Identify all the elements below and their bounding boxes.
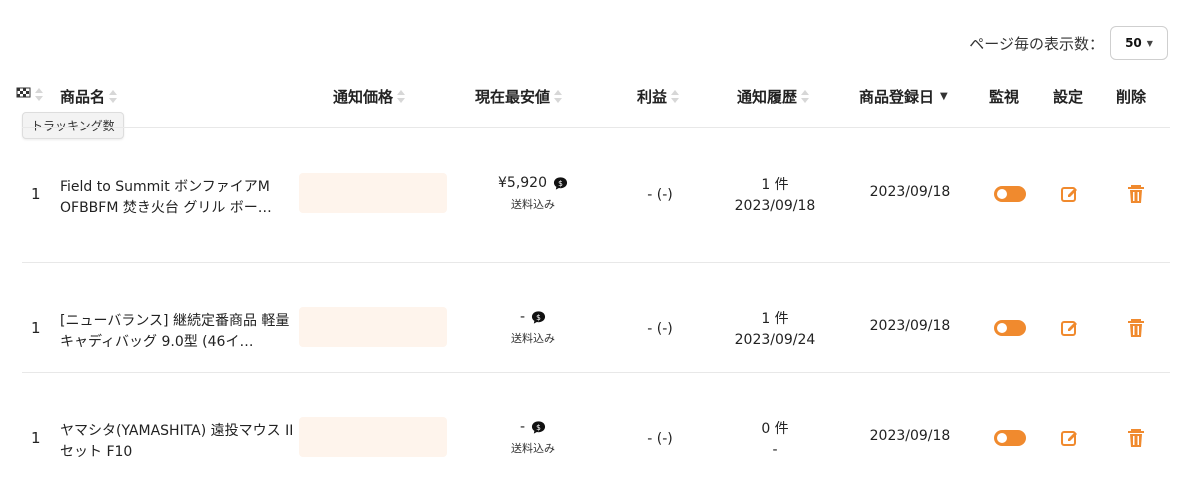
column-header-notify-price[interactable]: 通知価格 bbox=[333, 86, 406, 107]
notify-history-cell: 1 件 2023/09/18 bbox=[710, 175, 840, 217]
table-row: 1 ヤマシタ(YAMASHITA) 遠投マウス IIセット F10 - $ 送料… bbox=[0, 372, 1170, 480]
history-count: 0 件 bbox=[761, 421, 789, 437]
trash-icon[interactable] bbox=[1126, 183, 1146, 205]
column-header-monitor: 監視 bbox=[989, 86, 1019, 107]
shipping-label: 送料込み bbox=[511, 198, 555, 211]
column-label-settings: 設定 bbox=[1053, 88, 1084, 106]
trash-icon[interactable] bbox=[1126, 317, 1146, 339]
lowest-price-cell: - $ 送料込み bbox=[478, 309, 588, 346]
svg-text:$: $ bbox=[536, 312, 541, 321]
lowest-price-value: - bbox=[519, 419, 526, 435]
sort-icon[interactable] bbox=[35, 88, 43, 102]
shipping-label: 送料込み bbox=[511, 332, 555, 345]
register-date: 2023/09/18 bbox=[869, 428, 951, 444]
history-date: 2023/09/18 bbox=[734, 198, 816, 214]
tracking-count: 1 bbox=[31, 429, 41, 447]
table-row: 1 [ニューバランス] 継続定番商品 軽量 キャディバッグ 9.0型 (46イ…… bbox=[0, 262, 1170, 370]
register-date: 2023/09/18 bbox=[869, 318, 951, 334]
per-page-label: ページ毎の表示数： bbox=[969, 34, 1104, 53]
edit-icon[interactable] bbox=[1059, 183, 1081, 205]
table-header: 商品名 通知価格 現在最安値 利益 通知履歴 商品登録日 ▼ 監視 設定 削除 bbox=[0, 82, 1170, 112]
history-date: 2023/09/24 bbox=[734, 332, 816, 348]
monitor-toggle[interactable] bbox=[994, 320, 1026, 336]
column-header-register-date[interactable]: 商品登録日 ▼ bbox=[859, 86, 948, 107]
lowest-price-value: - bbox=[519, 309, 526, 325]
column-header-notify-history[interactable]: 通知履歴 bbox=[737, 86, 810, 107]
monitor-toggle[interactable] bbox=[994, 186, 1026, 202]
sort-icon[interactable] bbox=[109, 89, 118, 104]
svg-text:$: $ bbox=[536, 422, 541, 431]
svg-text:$: $ bbox=[558, 178, 563, 187]
chevron-down-icon: ▼ bbox=[1146, 38, 1153, 48]
column-label-lowest-price: 現在最安値 bbox=[475, 88, 551, 106]
speech-bubble-dollar-icon[interactable]: $ bbox=[531, 310, 546, 325]
column-label-notify-history: 通知履歴 bbox=[737, 88, 798, 106]
notify-price-field[interactable] bbox=[299, 417, 447, 457]
product-name[interactable]: ヤマシタ(YAMASHITA) 遠投マウス IIセット F10 bbox=[60, 421, 295, 463]
per-page-control: ページ毎の表示数： 50 ▼ bbox=[969, 26, 1168, 60]
column-label-register-date: 商品登録日 bbox=[859, 88, 935, 106]
edit-icon[interactable] bbox=[1059, 317, 1081, 339]
profit-value: - (-) bbox=[647, 431, 673, 447]
sort-icon[interactable] bbox=[671, 89, 680, 104]
product-tracking-page: ページ毎の表示数： 50 ▼ 商品名 通知価格 現在最安値 利益 通知履歴 商品… bbox=[0, 0, 1200, 460]
sort-icon[interactable] bbox=[554, 89, 563, 104]
column-header-tracking[interactable] bbox=[16, 86, 43, 104]
notify-history-cell: 0 件 - bbox=[710, 419, 840, 461]
per-page-select[interactable]: 50 ▼ bbox=[1110, 26, 1168, 60]
column-label-profit: 利益 bbox=[637, 88, 668, 106]
tracking-count: 1 bbox=[31, 185, 41, 203]
table-row: 1 Field to Summit ボンファイアM OFBBFM 焚き火台 グリ… bbox=[0, 128, 1170, 236]
notify-price-field[interactable] bbox=[299, 307, 447, 347]
per-page-value: 50 bbox=[1125, 36, 1142, 50]
lowest-price-cell: - $ 送料込み bbox=[478, 419, 588, 456]
product-name[interactable]: Field to Summit ボンファイアM OFBBFM 焚き火台 グリル … bbox=[60, 177, 295, 219]
sort-icon[interactable] bbox=[801, 89, 810, 104]
lowest-price-value: ¥5,920 bbox=[498, 175, 547, 191]
column-label-delete: 削除 bbox=[1116, 88, 1147, 106]
register-date: 2023/09/18 bbox=[869, 184, 951, 200]
column-header-profit[interactable]: 利益 bbox=[637, 86, 680, 107]
sort-down-icon[interactable]: ▼ bbox=[940, 91, 948, 102]
checkered-flag-icon bbox=[16, 86, 31, 104]
notify-history-cell: 1 件 2023/09/24 bbox=[710, 309, 840, 351]
column-header-lowest-price[interactable]: 現在最安値 bbox=[475, 86, 563, 107]
column-label-notify-price: 通知価格 bbox=[333, 88, 394, 106]
history-count: 1 件 bbox=[761, 311, 789, 327]
monitor-toggle[interactable] bbox=[994, 430, 1026, 446]
column-header-delete: 削除 bbox=[1116, 86, 1146, 107]
profit-value: - (-) bbox=[647, 321, 673, 337]
history-date: - bbox=[772, 442, 778, 458]
tracking-count: 1 bbox=[31, 319, 41, 337]
speech-bubble-dollar-icon[interactable]: $ bbox=[531, 420, 546, 435]
edit-icon[interactable] bbox=[1059, 427, 1081, 449]
notify-price-field[interactable] bbox=[299, 173, 447, 213]
profit-value: - (-) bbox=[647, 187, 673, 203]
lowest-price-cell: ¥5,920 $ 送料込み bbox=[478, 175, 588, 212]
history-count: 1 件 bbox=[761, 177, 789, 193]
trash-icon[interactable] bbox=[1126, 427, 1146, 449]
sort-icon[interactable] bbox=[397, 89, 406, 104]
column-header-settings: 設定 bbox=[1053, 86, 1083, 107]
shipping-label: 送料込み bbox=[511, 442, 555, 455]
column-label-product-name: 商品名 bbox=[60, 88, 106, 106]
column-header-product-name[interactable]: 商品名 bbox=[60, 86, 118, 107]
column-label-monitor: 監視 bbox=[989, 88, 1020, 106]
product-name[interactable]: [ニューバランス] 継続定番商品 軽量 キャディバッグ 9.0型 (46イ… bbox=[60, 311, 295, 353]
speech-bubble-dollar-icon[interactable]: $ bbox=[553, 176, 568, 191]
